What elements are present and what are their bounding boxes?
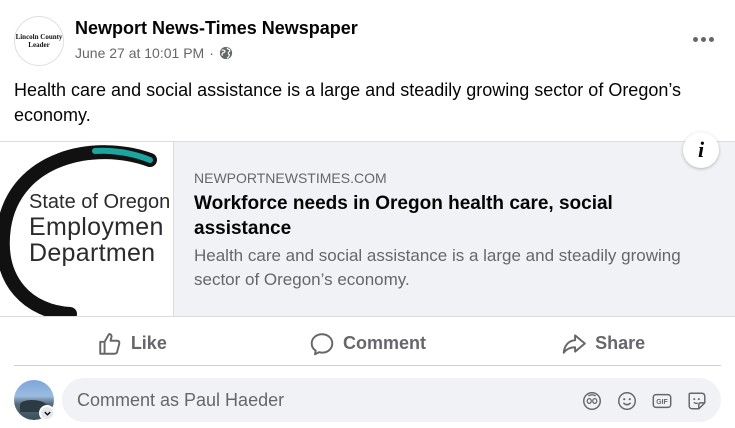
logo-line1: State of Oregon <box>29 191 171 213</box>
thumbs-up-icon <box>99 332 121 355</box>
link-thumbnail[interactable]: State of Oregon Employmen Departmen <box>0 142 174 316</box>
more-dot <box>700 36 706 42</box>
like-label: Like <box>130 333 167 353</box>
meta-separator: · <box>209 45 214 61</box>
emoji-icon[interactable] <box>615 389 639 413</box>
post-card: Lincoln County Leader Newport News-Times… <box>0 0 735 428</box>
share-arrow-icon <box>562 333 586 354</box>
logo-line2: Employmen <box>29 213 164 241</box>
more-dot <box>692 36 698 42</box>
page-avatar[interactable]: Lincoln County Leader <box>14 16 64 66</box>
share-label: Share <box>595 333 646 353</box>
link-title[interactable]: Workforce needs in Oregon health care, s… <box>194 191 694 241</box>
sticker-icon[interactable] <box>685 389 709 413</box>
comment-input[interactable]: Comment as Paul Haeder GIF <box>62 378 721 422</box>
post-actions-bar: Like Comment Share <box>14 322 721 366</box>
like-button[interactable]: Like <box>14 322 250 365</box>
avatar-text-line1: Lincoln County <box>15 33 63 41</box>
page-name-link[interactable]: Newport News-Times Newspaper <box>75 18 358 39</box>
globe-icon[interactable] <box>219 46 233 60</box>
comment-tools: GIF <box>580 389 709 413</box>
more-dot <box>708 36 714 42</box>
logo-line3: Departmen <box>29 239 156 267</box>
share-button[interactable]: Share <box>485 322 721 365</box>
logo-text: State of Oregon Employmen Departmen <box>29 190 170 266</box>
avatar-sticker-icon[interactable] <box>580 389 604 413</box>
chevron-down-icon[interactable] <box>39 405 55 421</box>
comment-button[interactable]: Comment <box>250 322 486 365</box>
post-text: Health care and social assistance is a l… <box>14 80 682 125</box>
comment-placeholder: Comment as Paul Haeder <box>77 390 285 410</box>
comment-bubble-icon <box>310 332 334 355</box>
gif-icon[interactable]: GIF <box>650 389 674 413</box>
more-options-button[interactable] <box>689 28 717 50</box>
link-description: Health care and social assistance is a l… <box>194 246 681 289</box>
post-meta: June 27 at 10:01 PM · <box>75 45 233 61</box>
link-preview-card[interactable]: State of Oregon Employmen Departmen i NE… <box>0 132 735 317</box>
svg-text:GIF: GIF <box>656 399 667 406</box>
link-domain: NEWPORTNEWSTIMES.COM <box>194 170 387 186</box>
avatar-text-line2: Leader <box>28 41 50 49</box>
post-timestamp[interactable]: June 27 at 10:01 PM <box>75 45 204 61</box>
comment-label: Comment <box>343 333 427 353</box>
info-icon[interactable]: i <box>683 132 719 168</box>
